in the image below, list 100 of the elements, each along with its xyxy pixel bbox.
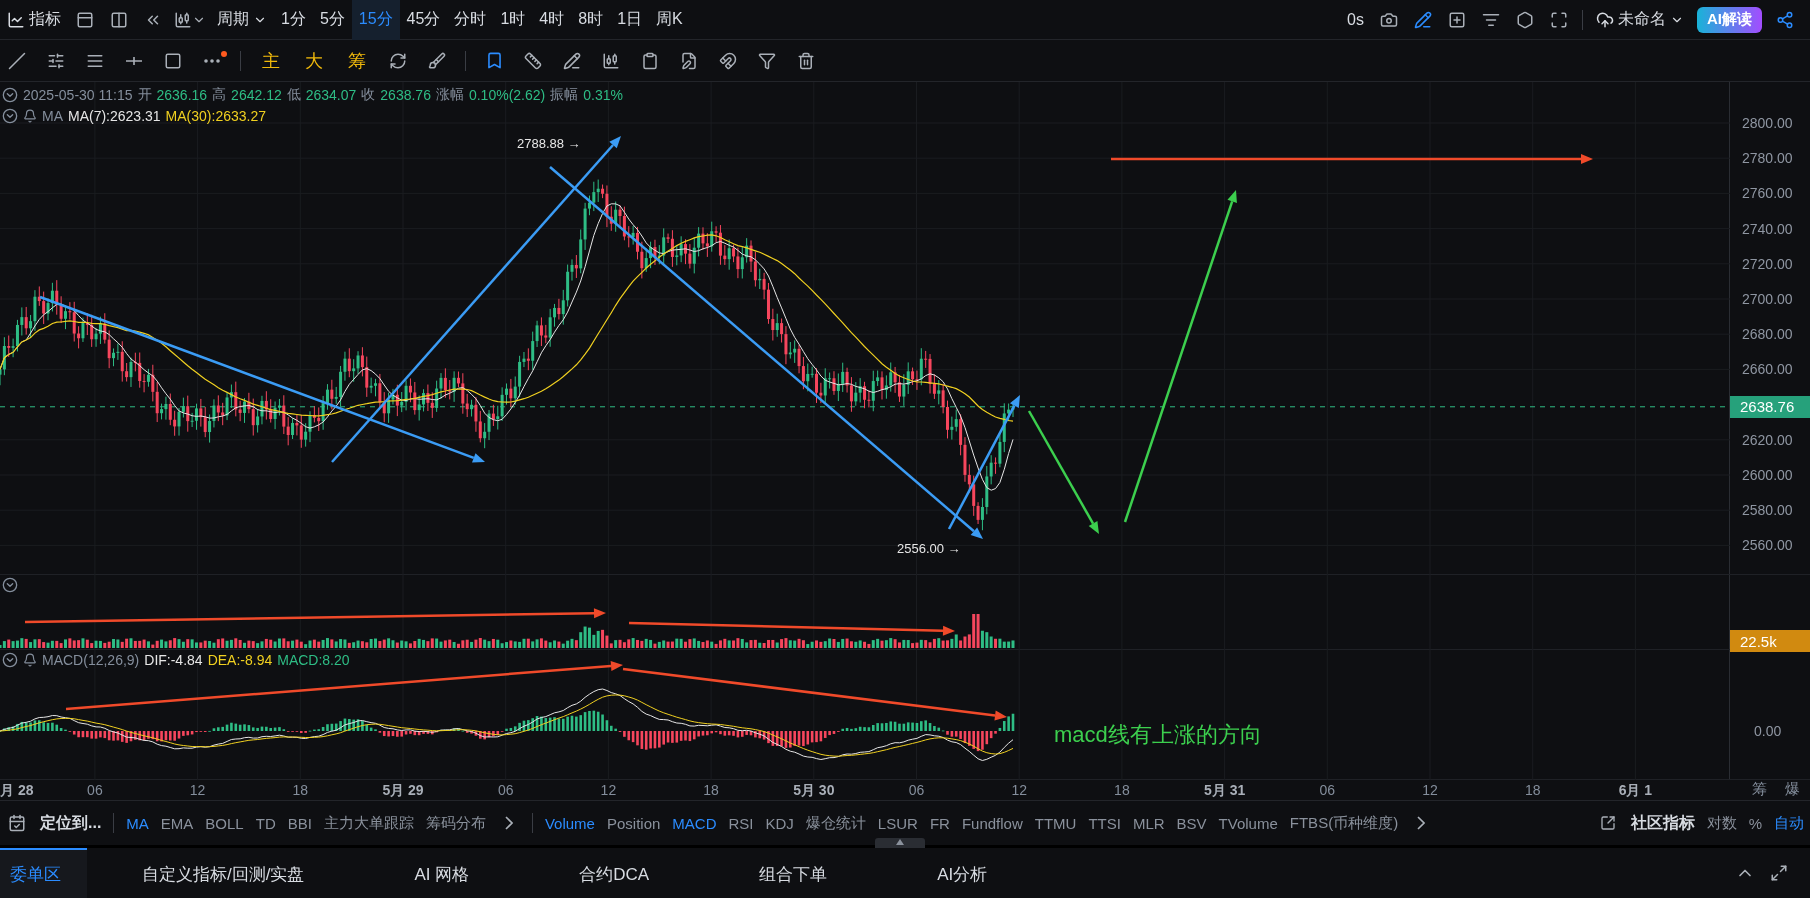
price-tick: 2620.00 (1742, 431, 1793, 448)
interval-tab[interactable]: 1时 (493, 0, 533, 40)
indicator-toggle[interactable]: MA (120, 814, 155, 832)
bell-icon[interactable] (23, 653, 37, 667)
time-tick: 06 (908, 782, 925, 798)
time-tick: 12 (600, 782, 617, 798)
indicator-toggle[interactable]: BBI (281, 814, 318, 832)
legend-value: 2638.76 (380, 87, 431, 103)
indicator-toggle[interactable]: RSI (722, 814, 760, 832)
legend-label: 低 (286, 86, 301, 104)
indicator-toggle[interactable]: 爆仓统计 (799, 813, 872, 833)
legend-label: 涨幅 (435, 86, 464, 104)
calendar-icon (8, 814, 26, 832)
external-link-icon (1599, 815, 1616, 831)
share-icon (1776, 10, 1794, 29)
interval-tab[interactable]: 周K (649, 0, 690, 40)
time-tick: 12 (189, 782, 206, 798)
chart-icon (7, 10, 25, 29)
layout-name-dropdown[interactable]: 未命名 (1589, 0, 1691, 40)
interval-tab[interactable]: 5分 (312, 0, 352, 40)
indicator-toggle[interactable]: MLR (1126, 814, 1171, 832)
time-tick: 12 (1011, 782, 1027, 798)
refresh-icon (389, 51, 407, 70)
chart-tool-button[interactable]: 筹 (338, 44, 376, 77)
price-tick: 2560.00 (1742, 537, 1793, 554)
chart-tool-button[interactable]: 大 (295, 44, 333, 77)
time-tick: 18 (292, 782, 309, 798)
price-tick: 2760.00 (1742, 185, 1793, 202)
parallel-lines-icon (47, 51, 65, 70)
legend-label: 开 (137, 86, 152, 104)
horizontal-line-icon (125, 55, 143, 66)
panel-tab[interactable]: 合约DCA (524, 848, 705, 898)
legend-label: 收 (361, 86, 376, 104)
collapse-icon[interactable] (2, 108, 18, 124)
collapse-icon[interactable] (2, 652, 18, 668)
interval-tab[interactable]: 分时 (447, 0, 494, 40)
legend-value: 2636.16 (156, 87, 208, 103)
panel-tab[interactable]: 组合下单 (704, 848, 883, 898)
panel-tab[interactable]: AI分析 (882, 848, 1043, 898)
indicator-toggle[interactable]: Position (600, 814, 667, 832)
indicator-toggle[interactable]: BOLL (199, 814, 250, 832)
indicator-toggle[interactable]: EMA (154, 814, 200, 832)
community-indicators-button[interactable]: 社区指标 (1624, 812, 1701, 834)
indicator-toggle[interactable]: TTSI (1082, 814, 1127, 832)
interval-tab[interactable]: 1分 (274, 0, 313, 40)
brush-icon (428, 51, 446, 70)
scale-option[interactable]: % (1742, 814, 1768, 832)
more-icon (204, 58, 220, 63)
panel-tab[interactable]: 委单区 (0, 848, 87, 898)
period-dropdown[interactable]: 周期 (210, 0, 274, 40)
locate-button[interactable]: 定位到... (34, 812, 108, 834)
panel-tab[interactable]: AI 网格 (359, 848, 525, 898)
interval-tab[interactable]: 15分 (351, 0, 400, 40)
indicator-toggle[interactable]: TTMU (1028, 814, 1083, 832)
indicator-toggle[interactable]: BSV (1170, 814, 1213, 832)
indicator-toggle[interactable]: Volume (538, 814, 601, 832)
indicator-toggle[interactable]: KDJ (759, 814, 800, 832)
indicator-toggle[interactable]: TD (249, 814, 282, 832)
indicator-toggle[interactable]: FR (923, 814, 956, 832)
indicator-toggle[interactable]: Fundflow (955, 814, 1029, 832)
pencil-icon (563, 51, 581, 70)
price-tick: 2660.00 (1742, 361, 1793, 378)
collapse-icon[interactable] (2, 577, 18, 593)
indicator-button[interactable]: 指标 (0, 0, 68, 40)
legend-value: 0.31% (583, 87, 623, 103)
interval-tab[interactable]: 8时 (571, 0, 611, 40)
indicator-toggle[interactable]: 筹码分布 (419, 813, 492, 833)
indicator-toggle[interactable]: TVolume (1212, 814, 1284, 832)
interval-tab[interactable]: 45分 (399, 0, 448, 40)
trash-icon (797, 51, 815, 70)
indicator-name: MACD(12,26,9) (42, 652, 140, 668)
magnet-icon (719, 51, 737, 70)
interval-tab[interactable]: 4时 (532, 0, 572, 40)
indicator-toggle[interactable]: 主力大单跟踪 (317, 813, 420, 833)
legend-label: 振幅 (550, 86, 579, 104)
interval-tab[interactable]: 1日 (610, 0, 650, 40)
camera-icon (1380, 10, 1398, 29)
time-tick: 12 (1422, 782, 1438, 798)
scale-option[interactable]: 对数 (1700, 813, 1743, 833)
collapse-handle[interactable] (875, 838, 925, 848)
collapse-icon[interactable] (2, 87, 18, 103)
panel-tab[interactable]: 自定义指标/回测/实盘 (87, 848, 360, 898)
indicator-toggle[interactable]: MACD (666, 814, 723, 832)
indicator-toggle[interactable]: LSUR (871, 814, 924, 832)
legend-value: DIF:-4.84 (144, 652, 203, 668)
indicator-toggle[interactable]: FTBS(币种维度) (1283, 813, 1405, 833)
fullscreen-icon (1550, 10, 1568, 29)
chart-tool-button[interactable]: 主 (252, 44, 290, 77)
timer-label: 0s (1346, 10, 1365, 29)
annotation-text: macd线有上涨的方向 (1054, 721, 1262, 749)
price-tick: 2580.00 (1742, 502, 1793, 519)
ai-button[interactable]: AI解读 (1697, 6, 1762, 33)
notification-dot (221, 50, 227, 57)
macd-tick: 0.00 (1754, 723, 1782, 739)
bell-icon[interactable] (23, 109, 37, 123)
high-price-label: 2788.88 → (517, 136, 581, 151)
scale-option[interactable]: 自动 (1768, 813, 1810, 833)
time-tick: 06 (87, 782, 103, 798)
legend-value: 2634.07 (305, 87, 357, 103)
chevron-icon (504, 816, 513, 830)
